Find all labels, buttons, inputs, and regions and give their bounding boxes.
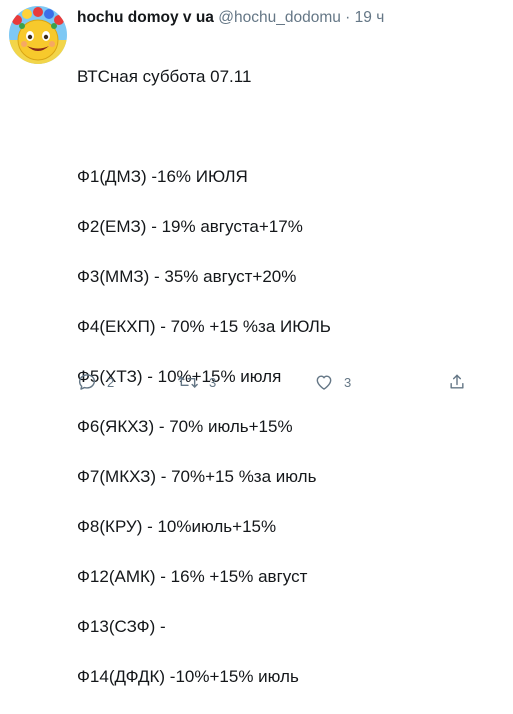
avatar-emoji-image bbox=[9, 6, 67, 64]
avatar[interactable] bbox=[9, 6, 67, 64]
author-handle[interactable]: @hochu_dodomu bbox=[218, 9, 341, 26]
tweet-line: Ф14(ДФДК) -10%+15% июль bbox=[77, 667, 299, 686]
retweet-icon bbox=[178, 376, 198, 388]
reply-button[interactable]: 2 bbox=[77, 372, 114, 392]
tweet-actions: 2 3 3 bbox=[77, 372, 477, 396]
tweet-line: Ф3(ММЗ) - 35% август+20% bbox=[77, 267, 297, 286]
reply-count: 2 bbox=[107, 374, 115, 390]
like-count: 3 bbox=[344, 374, 352, 390]
heart-icon bbox=[316, 375, 332, 390]
tweet-line: ВТСная суббота 07.11 bbox=[77, 67, 252, 86]
author-name[interactable]: hochu domoy v ua bbox=[77, 9, 214, 26]
tweet-line: Ф12(АМК) - 16% +15% август bbox=[77, 567, 308, 586]
retweet-button[interactable]: 3 bbox=[177, 372, 216, 392]
tweet-header: hochu domoy v ua @hochu_dodomu · 19 ч bbox=[77, 8, 501, 28]
tweet-line: Ф6(ЯКХЗ) - 70% июль+15% bbox=[77, 417, 293, 436]
tweet-line: Ф13(СЗФ) - bbox=[77, 617, 166, 636]
tweet: hochu domoy v ua @hochu_dodomu · 19 ч ВТ… bbox=[0, 0, 513, 686]
tweet-line: Ф2(ЕМЗ) - 19% августа+17% bbox=[77, 217, 303, 236]
tweet-line: Ф8(КРУ) - 10%июль+15% bbox=[77, 517, 277, 536]
tweet-line bbox=[77, 114, 501, 139]
tweet-content: hochu domoy v ua @hochu_dodomu · 19 ч ВТ… bbox=[77, 8, 501, 714]
tweet-line: Ф7(МКХЗ) - 70%+15 %за июль bbox=[77, 467, 317, 486]
like-button[interactable]: 3 bbox=[314, 372, 351, 392]
tweet-line: Ф4(ЕКХП) - 70% +15 %за ИЮЛЬ bbox=[77, 317, 331, 336]
tweet-line: Ф1(ДМЗ) -16% ИЮЛЯ bbox=[77, 167, 248, 186]
retweet-count: 3 bbox=[209, 374, 217, 390]
share-button[interactable] bbox=[447, 372, 467, 392]
reply-icon bbox=[78, 374, 96, 390]
tweet-timestamp[interactable]: 19 ч bbox=[355, 9, 385, 26]
share-icon bbox=[450, 374, 464, 389]
header-separator: · bbox=[345, 9, 351, 26]
